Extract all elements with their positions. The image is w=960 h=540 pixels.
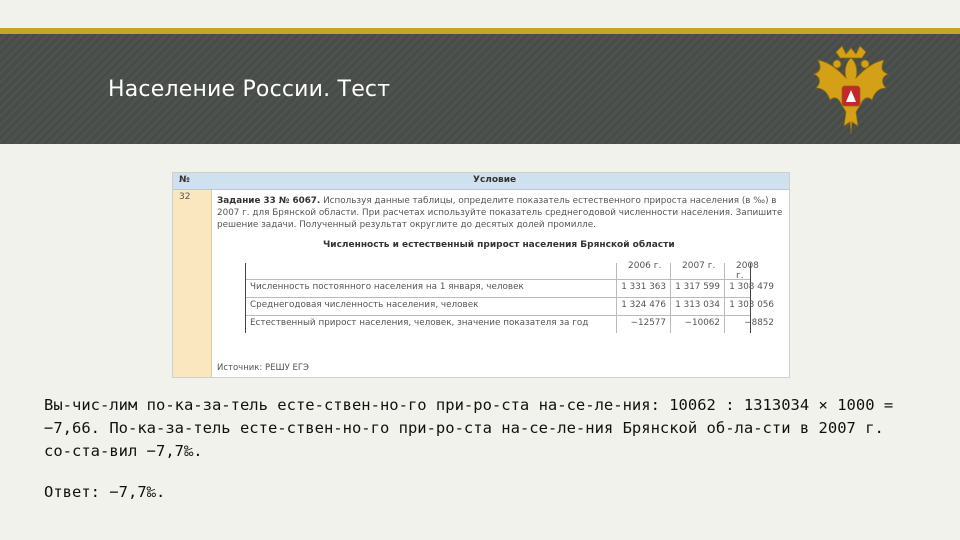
solution-text: Вы-чис-лим по-ка-за-тель есте-ствен-но-г… xyxy=(44,394,894,463)
table-row: Численность постоянного населения на 1 я… xyxy=(246,279,774,296)
solution-line: со-ста-вил −7,7‰. xyxy=(44,442,203,460)
row-label: Среднегодовая численность населения, чел… xyxy=(250,300,479,310)
cell-value: 1 324 476 xyxy=(621,300,666,310)
data-table-title: Численность и естественный прирост насел… xyxy=(323,240,675,250)
top-strip xyxy=(0,0,960,28)
column-header: 2006 г. xyxy=(628,261,662,271)
cell-value: 1 303 056 xyxy=(729,300,774,310)
row-label: Естественный прирост населения, человек,… xyxy=(250,318,589,328)
cell-value: −10062 xyxy=(684,318,720,328)
row-label: Численность постоянного населения на 1 я… xyxy=(250,282,524,292)
column-header: 2008 г. xyxy=(736,261,759,281)
russian-coat-of-arms-icon xyxy=(812,45,890,135)
solution-line: Вы-чис-лим по-ка-за-тель есте-ствен-но-г… xyxy=(44,396,894,414)
task-table-header: № Условие xyxy=(173,173,789,190)
cell-value: −12577 xyxy=(630,318,666,328)
cell-value: 1 313 034 xyxy=(675,300,720,310)
slide-title: Население России. Тест xyxy=(108,77,391,102)
cell-value: 1 317 599 xyxy=(675,282,720,292)
task-number: 32 xyxy=(179,192,191,202)
cell-value: −8852 xyxy=(744,318,774,328)
task-source: Источник: РЕШУ ЕГЭ xyxy=(217,363,309,373)
cell-value: 1 308 479 xyxy=(729,282,774,292)
column-header: 2007 г. xyxy=(682,261,716,271)
final-answer: Ответ: −7,7‰. xyxy=(44,483,166,501)
solution-line: −7,66. По-ка-за-тель есте-ствен-но-го пр… xyxy=(44,419,884,437)
task-screenshot: № Условие 32 Задание 33 № 6067. Использу… xyxy=(172,172,790,378)
table-row: Естественный прирост населения, человек,… xyxy=(246,315,774,332)
header-number-label: № xyxy=(179,175,190,185)
task-id: Задание 33 № 6067. xyxy=(217,196,321,206)
population-table: 2006 г. 2007 г. 2008 г. Численность пост… xyxy=(245,261,774,333)
table-row: Среднегодовая численность населения, чел… xyxy=(246,297,774,314)
task-number-column: 32 xyxy=(173,190,212,377)
task-statement: Задание 33 № 6067. Используя данные табл… xyxy=(217,195,785,231)
header-condition-label: Условие xyxy=(473,175,517,185)
cell-value: 1 331 363 xyxy=(621,282,666,292)
